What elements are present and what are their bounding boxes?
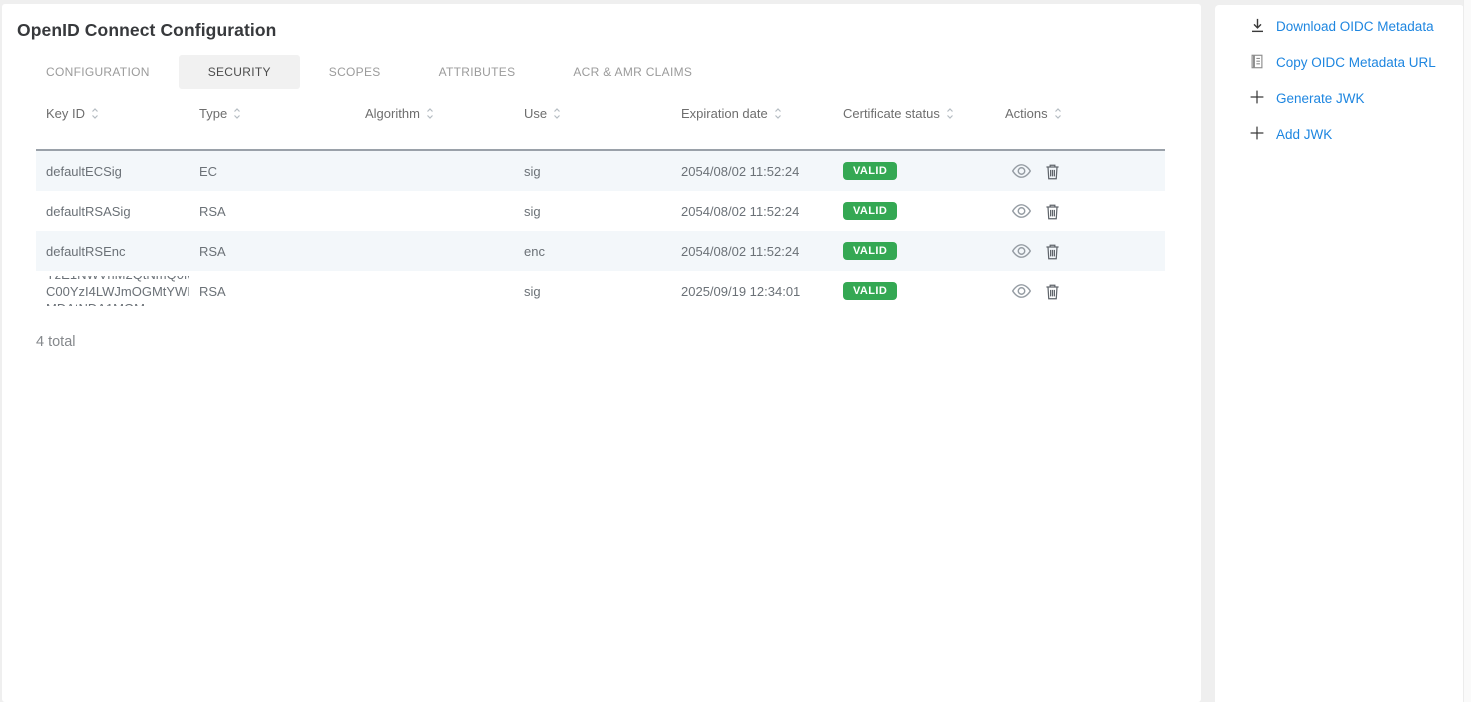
key-id-cell: defaultECSig	[36, 164, 189, 179]
column-header-certificate-status[interactable]: Certificate status	[833, 102, 995, 124]
main-panel: OpenID Connect Configuration CONFIGURATI…	[2, 4, 1201, 702]
actions-cell	[995, 203, 1165, 220]
key-id-cell: defaultRSASig	[36, 204, 189, 219]
table-row: YzE1NWVhM2QtNmQ0MC00YzI4LWJmOGMtYWEyMDAt…	[36, 271, 1165, 311]
delete-key-button[interactable]	[1045, 243, 1060, 260]
tab-bar: CONFIGURATIONSECURITYSCOPESATTRIBUTESACR…	[17, 55, 721, 89]
actions-panel-items: Download OIDC Metadata Copy OIDC Metadata…	[1215, 5, 1464, 152]
table-header-row: Key ID Type Algorithm Use Expiration date Cer…	[36, 102, 1165, 124]
scrollbar[interactable]	[1463, 0, 1471, 702]
actions-cell	[995, 243, 1165, 260]
actions-cell	[995, 283, 1165, 300]
action-link-generate-jwk[interactable]: Generate JWK	[1215, 80, 1464, 116]
key-id-cell: defaultRSEnc	[36, 244, 189, 259]
column-header-algorithm[interactable]: Algorithm	[355, 102, 514, 124]
expiration-cell: 2054/08/02 11:52:24	[671, 164, 833, 179]
sort-icon	[774, 107, 782, 120]
table-row: defaultRSEncRSA enc2054/08/02 11:52:24 VAL…	[36, 231, 1165, 271]
column-header-use[interactable]: Use	[514, 102, 671, 124]
tab-security[interactable]: SECURITY	[179, 55, 300, 89]
key-id-line: MDAtNDA1MGMx	[46, 300, 189, 307]
column-header-label: Actions	[1005, 106, 1048, 121]
use-cell: sig	[514, 204, 671, 219]
tab-configuration[interactable]: CONFIGURATION	[17, 55, 179, 89]
plus-icon	[1249, 89, 1267, 107]
key-id-wrapped: YzE1NWVhM2QtNmQ0MC00YzI4LWJmOGMtYWEyMDAt…	[46, 276, 189, 306]
table-row: defaultRSASigRSA sig2054/08/02 11:52:24 VA…	[36, 191, 1165, 231]
eye-icon	[1011, 167, 1032, 182]
expiration-cell: 2054/08/02 11:52:24	[671, 204, 833, 219]
delete-key-button[interactable]	[1045, 203, 1060, 220]
certificate-status-cell: VALID	[833, 282, 995, 300]
actions-panel: Download OIDC Metadata Copy OIDC Metadata…	[1215, 5, 1464, 702]
column-header-label: Expiration date	[681, 106, 768, 121]
table-row: defaultECSigEC sig2054/08/02 11:52:24 VALI…	[36, 151, 1165, 191]
column-header-label: Key ID	[46, 106, 85, 121]
trash-icon	[1045, 168, 1060, 183]
table-total-count: 4 total	[36, 334, 76, 350]
plus-icon	[1249, 125, 1267, 143]
actions-cell	[995, 163, 1165, 180]
use-cell: enc	[514, 244, 671, 259]
delete-key-button[interactable]	[1045, 163, 1060, 180]
trash-icon	[1045, 288, 1060, 303]
page-title: OpenID Connect Configuration	[17, 20, 276, 41]
column-header-label: Algorithm	[365, 106, 420, 121]
type-cell: RSA	[189, 204, 355, 219]
action-link-label: Add JWK	[1276, 127, 1332, 142]
copy-icon	[1249, 53, 1267, 71]
status-badge: VALID	[843, 162, 897, 180]
column-header-type[interactable]: Type	[189, 102, 355, 124]
certificate-status-cell: VALID	[833, 162, 995, 180]
status-badge: VALID	[843, 242, 897, 260]
tab-attributes[interactable]: ATTRIBUTES	[410, 55, 545, 89]
status-badge: VALID	[843, 282, 897, 300]
keys-table: defaultECSigECsig2054/08/02 11:52:24VALI…	[36, 151, 1165, 311]
sort-icon	[91, 107, 99, 120]
action-link-download-oidc-metadata[interactable]: Download OIDC Metadata	[1215, 8, 1464, 44]
view-key-button[interactable]	[1011, 243, 1032, 259]
eye-icon	[1011, 247, 1032, 262]
download-icon	[1249, 17, 1267, 35]
column-header-key-id[interactable]: Key ID	[36, 102, 189, 124]
certificate-status-cell: VALID	[833, 202, 995, 220]
sort-icon	[946, 107, 954, 120]
action-link-label: Generate JWK	[1276, 91, 1365, 106]
trash-icon	[1045, 248, 1060, 263]
view-key-button[interactable]	[1011, 163, 1032, 179]
view-key-button[interactable]	[1011, 203, 1032, 219]
column-header-label: Use	[524, 106, 547, 121]
status-badge: VALID	[843, 202, 897, 220]
eye-icon	[1011, 207, 1032, 222]
expiration-cell: 2025/09/19 12:34:01	[671, 284, 833, 299]
delete-key-button[interactable]	[1045, 283, 1060, 300]
sort-icon	[426, 107, 434, 120]
use-cell: sig	[514, 284, 671, 299]
column-header-expiration-date[interactable]: Expiration date	[671, 102, 833, 124]
certificate-status-cell: VALID	[833, 242, 995, 260]
sort-icon	[1054, 107, 1062, 120]
sort-icon	[553, 107, 561, 120]
key-id-line: C00YzI4LWJmOGMtYWEy	[46, 283, 189, 300]
action-link-label: Download OIDC Metadata	[1276, 19, 1434, 34]
action-link-copy-oidc-metadata-url[interactable]: Copy OIDC Metadata URL	[1215, 44, 1464, 80]
action-link-add-jwk[interactable]: Add JWK	[1215, 116, 1464, 152]
eye-icon	[1011, 287, 1032, 302]
expiration-cell: 2054/08/02 11:52:24	[671, 244, 833, 259]
tab-acr-amr-claims[interactable]: ACR & AMR CLAIMS	[544, 55, 721, 89]
key-id-cell: YzE1NWVhM2QtNmQ0MC00YzI4LWJmOGMtYWEyMDAt…	[36, 276, 189, 306]
column-header-label: Certificate status	[843, 106, 940, 121]
column-header-actions[interactable]: Actions	[995, 102, 1165, 124]
tab-scopes[interactable]: SCOPES	[300, 55, 410, 89]
view-key-button[interactable]	[1011, 283, 1032, 299]
trash-icon	[1045, 208, 1060, 223]
sort-icon	[233, 107, 241, 120]
type-cell: EC	[189, 164, 355, 179]
type-cell: RSA	[189, 244, 355, 259]
action-link-label: Copy OIDC Metadata URL	[1276, 55, 1436, 70]
column-header-label: Type	[199, 106, 227, 121]
use-cell: sig	[514, 164, 671, 179]
type-cell: RSA	[189, 284, 355, 299]
